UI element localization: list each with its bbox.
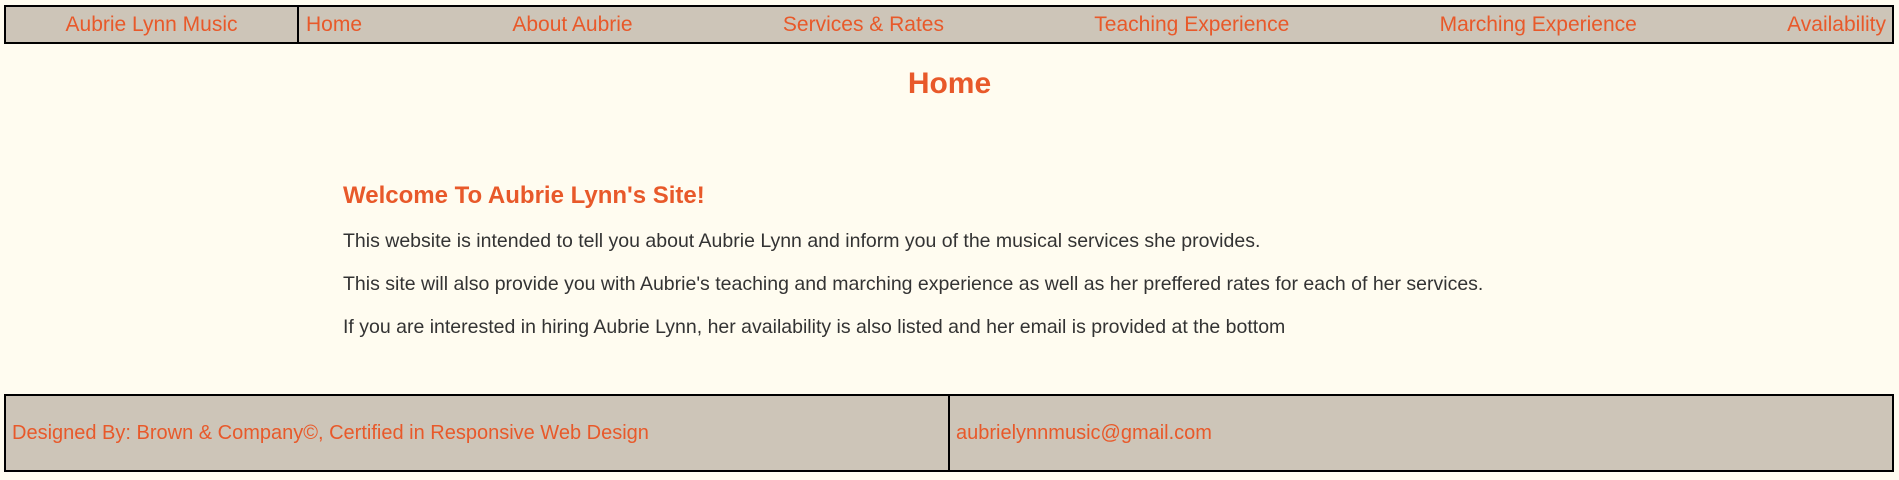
nav-item-services[interactable]: Services & Rates xyxy=(783,13,944,37)
footer-email-link[interactable]: aubrielynnmusic@gmail.com xyxy=(948,396,1892,470)
nav-menu: Home About Aubrie Services & Rates Teach… xyxy=(299,7,1892,42)
nav-item-availability[interactable]: Availability xyxy=(1787,13,1886,37)
nav-item-home[interactable]: Home xyxy=(306,13,362,37)
footer-credit: Designed By: Brown & Company©, Certified… xyxy=(12,421,649,444)
intro-paragraph: This website is intended to tell you abo… xyxy=(343,230,1261,252)
intro-paragraph: This site will also provide you with Aub… xyxy=(343,273,1484,295)
site-brand-link[interactable]: Aubrie Lynn Music xyxy=(6,7,299,42)
welcome-heading: Welcome To Aubrie Lynn's Site! xyxy=(343,182,705,209)
footer: Designed By: Brown & Company©, Certified… xyxy=(4,394,1894,472)
page-title: Home xyxy=(907,67,992,100)
main-content: Welcome To Aubrie Lynn's Site! This webs… xyxy=(343,184,1643,359)
nav-item-about[interactable]: About Aubrie xyxy=(512,13,632,37)
intro-paragraph: If you are interested in hiring Aubrie L… xyxy=(343,316,1286,338)
top-nav-bar: Aubrie Lynn Music Home About Aubrie Serv… xyxy=(4,5,1894,44)
nav-item-teaching[interactable]: Teaching Experience xyxy=(1094,13,1289,37)
nav-item-marching[interactable]: Marching Experience xyxy=(1440,13,1637,37)
